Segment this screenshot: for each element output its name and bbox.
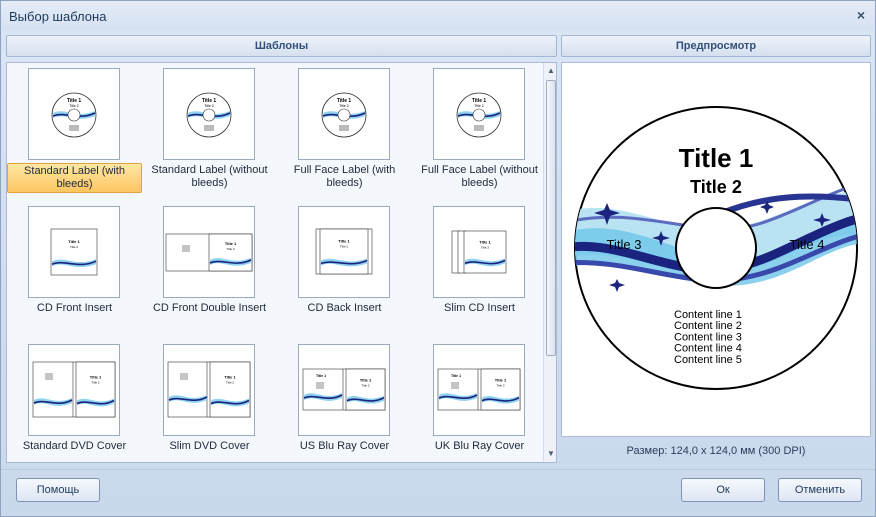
gallery-scrollbar[interactable]: ▲ ▼: [543, 63, 556, 462]
svg-text:Title 1: Title 1: [68, 239, 80, 244]
preview-content-line: Content line 4: [674, 343, 742, 355]
svg-text:Title 2: Title 2: [474, 104, 483, 108]
preview-content-line: Content line 3: [674, 331, 742, 343]
svg-text:Title 2: Title 2: [226, 247, 234, 251]
template-tile[interactable]: Title 1 Title 2 Standard DVD Cover: [7, 339, 142, 462]
template-thumbnail[interactable]: Title 1 Title 2: [163, 344, 255, 436]
preview-title-2: Title 2: [690, 177, 742, 197]
preview-title-4: Title 4: [790, 237, 825, 252]
template-label: CD Front Insert: [36, 302, 113, 314]
template-label: CD Front Double Insert: [152, 302, 267, 314]
template-thumbnail[interactable]: Title 1 Title 2: [163, 206, 255, 298]
template-tile[interactable]: Title 1 Title 2 Standard Label (with ble…: [7, 63, 142, 193]
window-title: Выбор шаблона: [9, 9, 107, 24]
template-label: US Blu Ray Cover: [299, 440, 390, 452]
svg-text:Title 1: Title 1: [316, 374, 326, 378]
svg-text:Title 2: Title 2: [361, 383, 369, 387]
ok-button[interactable]: Ок: [681, 478, 765, 502]
template-label: Full Face Label (without bleeds): [421, 164, 538, 189]
template-tile[interactable]: Title 1 Title 2 Full Face Label (without…: [412, 63, 547, 193]
template-label: Standard DVD Cover: [22, 440, 127, 452]
template-label: UK Blu Ray Cover: [434, 440, 525, 452]
svg-text:Title 2: Title 2: [204, 104, 213, 108]
svg-text:Title 1: Title 1: [338, 239, 350, 244]
svg-text:Title 1: Title 1: [90, 375, 102, 380]
size-readout: Размер: 124,0 x 124,0 мм (300 DPI): [626, 445, 806, 457]
template-tile[interactable]: Title 1 Title 2 Slim CD Insert: [412, 201, 547, 331]
template-tile[interactable]: Title 1 Title 2 CD Front Insert: [7, 201, 142, 331]
footer-divider: [1, 469, 875, 470]
cancel-button[interactable]: Отменить: [778, 478, 862, 502]
template-tile[interactable]: Title 1 Title 2 Standard Label (without …: [142, 63, 277, 193]
svg-text:Title 1: Title 1: [495, 377, 507, 382]
template-dialog: Выбор шаблона × Шаблоны Предпросмотр Tit…: [0, 0, 876, 517]
template-tile[interactable]: Title 1 Title 1 Title 2 UK Blu Ray Cover: [412, 339, 547, 462]
svg-text:Title 2: Title 2: [340, 245, 348, 249]
template-label: Slim DVD Cover: [169, 440, 250, 452]
template-thumbnail[interactable]: Title 1 Title 2: [28, 68, 120, 160]
preview-title-3: Title 3: [607, 237, 642, 252]
preview-content-line: Content line 5: [674, 354, 742, 366]
preview-content-line: Content line 1: [674, 309, 742, 321]
template-gallery: Title 1 Title 2 Standard Label (with ble…: [6, 62, 557, 463]
svg-text:Title 2: Title 2: [91, 381, 99, 385]
template-thumbnail[interactable]: Title 1 Title 2: [163, 68, 255, 160]
template-tile[interactable]: Title 1 Title 1 Title 2 US Blu Ray Cover: [277, 339, 412, 462]
template-thumbnail[interactable]: Title 1 Title 2: [298, 68, 390, 160]
scroll-down-icon[interactable]: ▼: [547, 449, 555, 459]
templates-header: Шаблоны: [6, 35, 557, 57]
help-button[interactable]: Помощь: [16, 478, 100, 502]
disc-hole: [675, 207, 757, 289]
close-icon[interactable]: ×: [853, 7, 869, 23]
svg-text:Title 2: Title 2: [69, 104, 78, 108]
template-tile[interactable]: Title 1 Title 2 Slim DVD Cover: [142, 339, 277, 462]
template-label: Full Face Label (with bleeds): [293, 164, 396, 189]
template-label: CD Back Insert: [307, 302, 382, 314]
template-label: Slim CD Insert: [444, 302, 515, 314]
template-tile[interactable]: Title 1 Title 2 CD Front Double Insert: [142, 201, 277, 331]
template-thumbnail[interactable]: Title 1 Title 2: [28, 206, 120, 298]
template-label: Standard Label (with bleeds): [7, 163, 142, 193]
svg-text:Title 1: Title 1: [224, 375, 236, 380]
svg-text:Title 2: Title 2: [70, 245, 78, 249]
template-thumbnail[interactable]: Title 1 Title 1 Title 2: [433, 344, 525, 436]
svg-text:Title 2: Title 2: [496, 383, 504, 387]
template-tile[interactable]: Title 1 Title 2 CD Back Insert: [277, 201, 412, 331]
preview-title-1: Title 1: [679, 143, 754, 173]
svg-text:Title 1: Title 1: [451, 374, 461, 378]
template-tile[interactable]: Title 1 Title 2 Full Face Label (with bl…: [277, 63, 412, 193]
scroll-up-icon[interactable]: ▲: [547, 66, 555, 76]
template-thumbnail[interactable]: Title 1 Title 2: [298, 206, 390, 298]
svg-text:Title 2: Title 2: [339, 104, 348, 108]
scrollbar-thumb[interactable]: [546, 80, 556, 356]
svg-text:Title 2: Title 2: [481, 246, 489, 250]
template-thumbnail[interactable]: Title 1 Title 2: [433, 68, 525, 160]
template-label: Standard Label (without bleeds): [151, 164, 268, 189]
preview-panel: Title 1 Title 2 Title 3 Title 4 Content …: [561, 62, 871, 437]
svg-text:Title 1: Title 1: [479, 240, 491, 245]
svg-text:Title 1: Title 1: [225, 241, 237, 246]
title-bar: Выбор шаблона ×: [1, 1, 875, 31]
svg-text:Title 2: Title 2: [226, 381, 234, 385]
template-thumbnail[interactable]: Title 1 Title 1 Title 2: [298, 344, 390, 436]
preview-header: Предпросмотр: [561, 35, 871, 57]
preview-content-line: Content line 2: [674, 320, 742, 332]
preview-content-lines: Content line 1Content line 2Content line…: [674, 309, 742, 366]
template-thumbnail[interactable]: Title 1 Title 2: [433, 206, 525, 298]
template-thumbnail[interactable]: Title 1 Title 2: [28, 344, 120, 436]
svg-text:Title 1: Title 1: [360, 377, 372, 382]
disc-preview: Title 1 Title 2 Title 3 Title 4 Content …: [574, 106, 858, 390]
